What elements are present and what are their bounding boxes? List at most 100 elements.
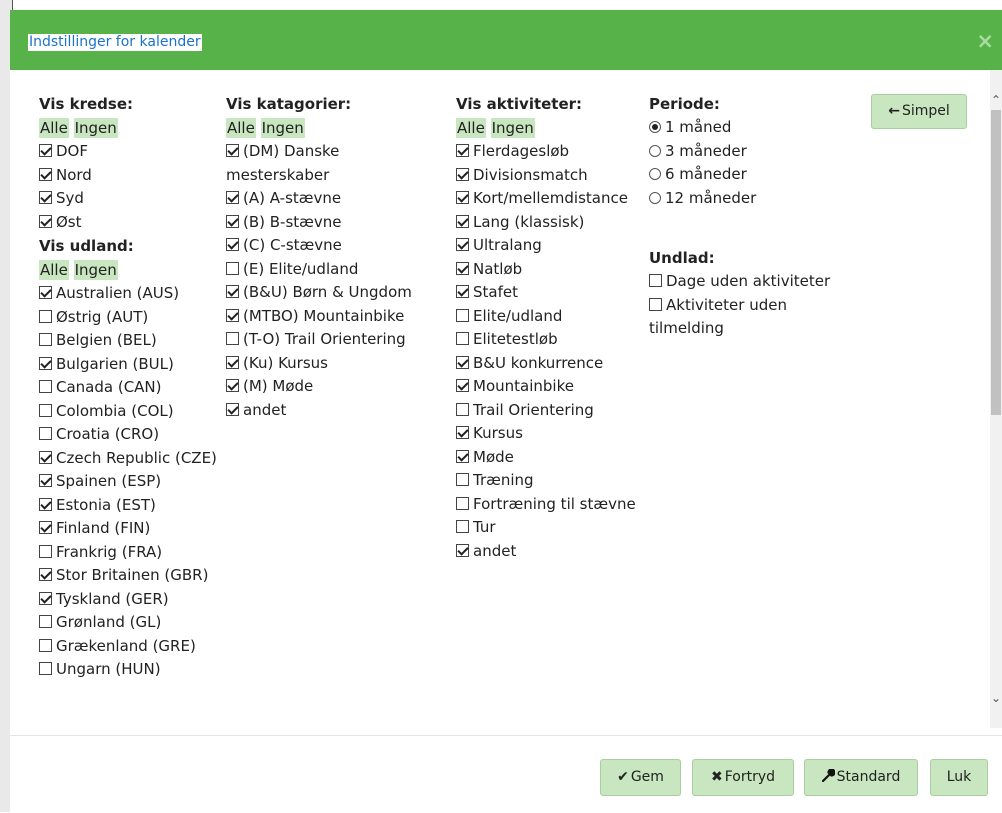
checkbox-option[interactable]: Stafet	[456, 281, 646, 305]
checkbox[interactable]	[226, 402, 239, 416]
checkbox-option[interactable]: Træning	[456, 469, 646, 493]
checkbox[interactable]	[39, 356, 52, 370]
checkbox-option[interactable]: Grækenland (GRE)	[39, 635, 229, 659]
checkbox-option[interactable]: Tur	[456, 516, 646, 540]
close-icon[interactable]: ×	[976, 31, 994, 52]
checkbox[interactable]	[456, 144, 469, 157]
checkbox[interactable]	[456, 496, 469, 510]
checkbox[interactable]	[39, 568, 52, 581]
checkbox-option[interactable]: (M) Møde	[226, 375, 436, 399]
checkbox[interactable]	[39, 591, 52, 605]
checkbox[interactable]	[456, 308, 469, 322]
checkbox-option[interactable]: Aktiviteter uden tilmelding	[649, 294, 849, 341]
udland-select-all-link[interactable]: Alle	[39, 260, 69, 280]
checkbox[interactable]	[39, 214, 52, 228]
checkbox-option[interactable]: Østrig (AUT)	[39, 306, 229, 330]
checkbox-option[interactable]: (C) C-stævne	[226, 234, 436, 258]
checkbox[interactable]	[39, 662, 52, 675]
checkbox[interactable]	[649, 274, 662, 287]
checkbox-option[interactable]: Trail Orientering	[456, 399, 646, 423]
kredse-select-none-link[interactable]: Ingen	[73, 118, 118, 138]
checkbox-option[interactable]: Kort/mellemdistance	[456, 187, 646, 211]
checkbox-option[interactable]: Bulgarien (BUL)	[39, 353, 229, 377]
checkbox[interactable]	[456, 473, 469, 486]
checkbox[interactable]	[226, 285, 239, 298]
kredse-select-all-link[interactable]: Alle	[39, 118, 69, 138]
checkbox[interactable]	[226, 355, 239, 369]
checkbox-option[interactable]: Stor Britainen (GBR)	[39, 564, 229, 588]
checkbox-option[interactable]: (T-O) Trail Orientering	[226, 328, 436, 352]
checkbox[interactable]	[39, 544, 52, 558]
dialog-scrollbar[interactable]: ⌃ ⌄	[990, 70, 1002, 728]
checkbox-option[interactable]: Czech Republic (CZE)	[39, 447, 229, 471]
scrollbar-thumb[interactable]	[991, 110, 1001, 415]
checkbox-option[interactable]: Elitetestløb	[456, 328, 646, 352]
checkbox[interactable]	[456, 520, 469, 533]
aktiviteter-select-all-link[interactable]: Alle	[456, 118, 486, 138]
checkbox[interactable]	[456, 426, 469, 439]
checkbox[interactable]	[456, 332, 469, 345]
checkbox-option[interactable]: Natløb	[456, 258, 646, 282]
checkbox[interactable]	[456, 402, 469, 416]
checkbox[interactable]	[39, 521, 52, 534]
checkbox[interactable]	[226, 144, 239, 157]
checkbox-option[interactable]: (B) B-stævne	[226, 211, 436, 235]
checkbox-option[interactable]: Ungarn (HUN)	[39, 658, 229, 682]
checkbox-option[interactable]: (MTBO) Mountainbike	[226, 305, 436, 329]
checkbox[interactable]	[226, 191, 239, 204]
gem-button[interactable]: ✔ Gem	[600, 759, 681, 796]
radio-button[interactable]	[649, 191, 661, 204]
checkbox-option[interactable]: (DM) Danske mesterskaber	[226, 140, 436, 187]
checkbox-option[interactable]: (A) A-stævne	[226, 187, 436, 211]
checkbox-option[interactable]: Møde	[456, 446, 646, 470]
checkbox-option[interactable]: andet	[226, 399, 436, 423]
checkbox[interactable]	[456, 379, 469, 392]
checkbox[interactable]	[226, 238, 239, 251]
checkbox-option[interactable]: Flerdagesløb	[456, 140, 646, 164]
kategorier-select-all-link[interactable]: Alle	[226, 118, 256, 138]
checkbox-option[interactable]: andet	[456, 540, 646, 564]
udland-select-none-link[interactable]: Ingen	[73, 260, 118, 280]
checkbox-option[interactable]: Kursus	[456, 422, 646, 446]
checkbox-option[interactable]: Finland (FIN)	[39, 517, 229, 541]
checkbox-option[interactable]: Australien (AUS)	[39, 282, 229, 306]
radio-button[interactable]	[649, 144, 661, 157]
checkbox[interactable]	[226, 308, 239, 322]
standard-button[interactable]: Standard	[804, 759, 918, 796]
radio-button[interactable]	[649, 168, 661, 180]
checkbox[interactable]	[39, 450, 52, 464]
checkbox-option[interactable]: Belgien (BEL)	[39, 329, 229, 353]
checkbox[interactable]	[39, 191, 52, 204]
checkbox[interactable]	[39, 333, 52, 346]
fortryd-button[interactable]: ✖ Fortryd	[692, 759, 794, 796]
checkbox[interactable]	[456, 449, 469, 463]
checkbox-option[interactable]: Divisionsmatch	[456, 164, 646, 188]
checkbox-option[interactable]: (B&U) Børn & Ungdom	[226, 281, 436, 305]
aktiviteter-select-none-link[interactable]: Ingen	[490, 118, 535, 138]
checkbox[interactable]	[39, 144, 52, 157]
checkbox-option[interactable]: Ultralang	[456, 234, 646, 258]
checkbox-option[interactable]: DOF	[39, 140, 229, 164]
checkbox[interactable]	[39, 474, 52, 487]
checkbox[interactable]	[456, 543, 469, 557]
checkbox[interactable]	[39, 427, 52, 440]
radio-option[interactable]: 3 måneder	[649, 140, 849, 164]
checkbox[interactable]	[226, 379, 239, 392]
checkbox[interactable]	[226, 261, 239, 275]
checkbox[interactable]	[39, 286, 52, 299]
checkbox-option[interactable]: Colombia (COL)	[39, 400, 229, 424]
checkbox[interactable]	[226, 214, 239, 228]
checkbox[interactable]	[226, 332, 239, 345]
checkbox-option[interactable]: Estonia (EST)	[39, 494, 229, 518]
radio-option[interactable]: 12 måneder	[649, 187, 849, 211]
checkbox-option[interactable]: B&U konkurrence	[456, 352, 646, 376]
checkbox[interactable]	[39, 615, 52, 628]
radio-button[interactable]	[649, 121, 661, 133]
scroll-down-icon[interactable]: ⌄	[990, 692, 1002, 704]
checkbox[interactable]	[456, 355, 469, 369]
checkbox[interactable]	[456, 238, 469, 251]
checkbox[interactable]	[456, 214, 469, 228]
checkbox-option[interactable]: Fortræning til stævne	[456, 493, 646, 517]
checkbox[interactable]	[39, 167, 52, 181]
checkbox-option[interactable]: (E) Elite/udland	[226, 258, 436, 282]
